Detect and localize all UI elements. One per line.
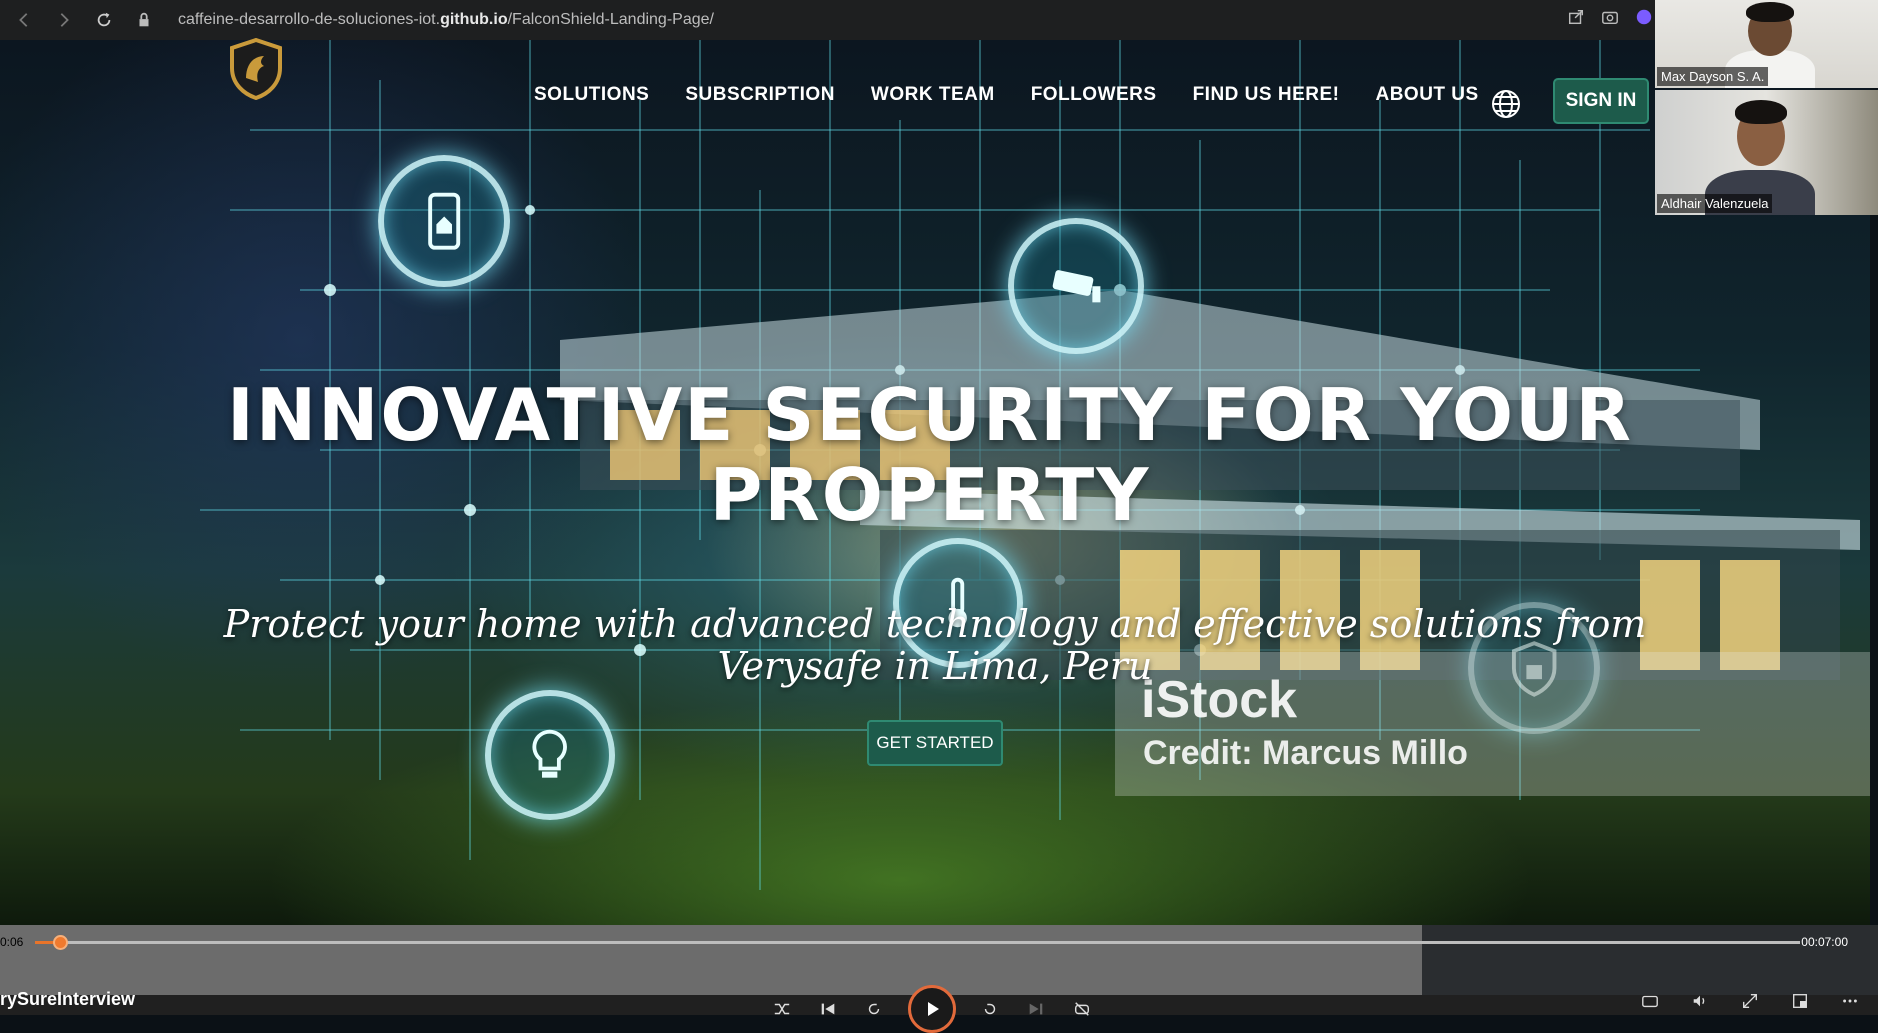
nav-find-us[interactable]: FIND US HERE! bbox=[1193, 84, 1340, 106]
forward-30-icon[interactable] bbox=[978, 997, 1002, 1021]
extension-icon[interactable] bbox=[1633, 6, 1655, 28]
more-options-icon[interactable] bbox=[1840, 991, 1860, 1011]
shuffle-icon[interactable] bbox=[770, 997, 794, 1021]
nav-solutions[interactable]: SOLUTIONS bbox=[534, 84, 649, 106]
hero-section: iStock Credit: Marcus Millo INNOVATIVE S… bbox=[0, 40, 1870, 925]
globe-icon[interactable] bbox=[1490, 88, 1522, 120]
player-options bbox=[1640, 991, 1860, 1011]
main-nav: SOLUTIONS SUBSCRIPTION WORK TEAM FOLLOWE… bbox=[534, 84, 1479, 106]
nav-subscription[interactable]: SUBSCRIPTION bbox=[685, 84, 835, 106]
url-text: caffeine-desarrollo-de-soluciones-iot.gi… bbox=[178, 11, 714, 28]
get-started-button[interactable]: GET STARTED bbox=[867, 720, 1003, 766]
fullscreen-icon[interactable] bbox=[1740, 991, 1760, 1011]
sign-in-button[interactable]: SIGN IN bbox=[1553, 78, 1649, 124]
address-bar[interactable]: caffeine-desarrollo-de-soluciones-iot.gi… bbox=[178, 11, 714, 29]
lock-icon bbox=[128, 4, 160, 36]
participant-name: Aldhair Valenzuela bbox=[1657, 194, 1773, 213]
participant-name: Max Dayson S. A. bbox=[1657, 67, 1769, 86]
player-track-area bbox=[0, 925, 1422, 995]
forward-icon[interactable] bbox=[48, 4, 80, 36]
security-camera-icon bbox=[1008, 218, 1144, 354]
rewind-10-icon[interactable] bbox=[862, 997, 886, 1021]
volume-icon[interactable] bbox=[1690, 991, 1710, 1011]
mini-player-icon[interactable] bbox=[1790, 991, 1810, 1011]
back-icon[interactable] bbox=[8, 4, 40, 36]
total-time: 00:07:00 bbox=[1801, 935, 1848, 949]
screenshot-icon[interactable] bbox=[1599, 6, 1621, 28]
nav-about-us[interactable]: ABOUT US bbox=[1375, 84, 1478, 106]
reload-icon[interactable] bbox=[88, 4, 120, 36]
playback-controls bbox=[770, 985, 1094, 1033]
watermark-credit: Credit: Marcus Millo bbox=[1143, 734, 1468, 772]
hero-headline: INNOVATIVE SECURITY FOR YOUR PROPERTY bbox=[227, 373, 1633, 537]
participant-video-1[interactable]: Max Dayson S. A. bbox=[1655, 0, 1878, 88]
nav-followers[interactable]: FOLLOWERS bbox=[1031, 84, 1157, 106]
current-time: 0:06 bbox=[0, 935, 24, 949]
participant-hair bbox=[1746, 2, 1794, 22]
seek-handle[interactable] bbox=[52, 935, 68, 950]
smart-home-phone-icon bbox=[378, 155, 510, 287]
nav-work-team[interactable]: WORK TEAM bbox=[871, 84, 995, 106]
hero-subheadline: Protect your home with advanced technolo… bbox=[223, 602, 1647, 688]
participant-hair bbox=[1735, 100, 1787, 124]
captions-icon[interactable] bbox=[1640, 991, 1660, 1011]
share-icon[interactable] bbox=[1565, 6, 1587, 28]
play-button[interactable] bbox=[908, 985, 956, 1033]
browser-toolbar: caffeine-desarrollo-de-soluciones-iot.gi… bbox=[0, 0, 1655, 40]
media-player-bar: 0:06 00:07:00 rySureInterview bbox=[0, 925, 1878, 1033]
light-bulb-icon bbox=[485, 690, 615, 820]
seek-bar[interactable] bbox=[35, 935, 1800, 950]
previous-icon[interactable] bbox=[816, 997, 840, 1021]
repeat-off-icon[interactable] bbox=[1070, 997, 1094, 1021]
next-icon[interactable] bbox=[1024, 997, 1048, 1021]
media-title: rySureInterview bbox=[0, 989, 136, 1009]
participant-video-2[interactable]: Aldhair Valenzuela bbox=[1655, 90, 1878, 215]
falcon-shield-logo[interactable] bbox=[228, 37, 284, 101]
